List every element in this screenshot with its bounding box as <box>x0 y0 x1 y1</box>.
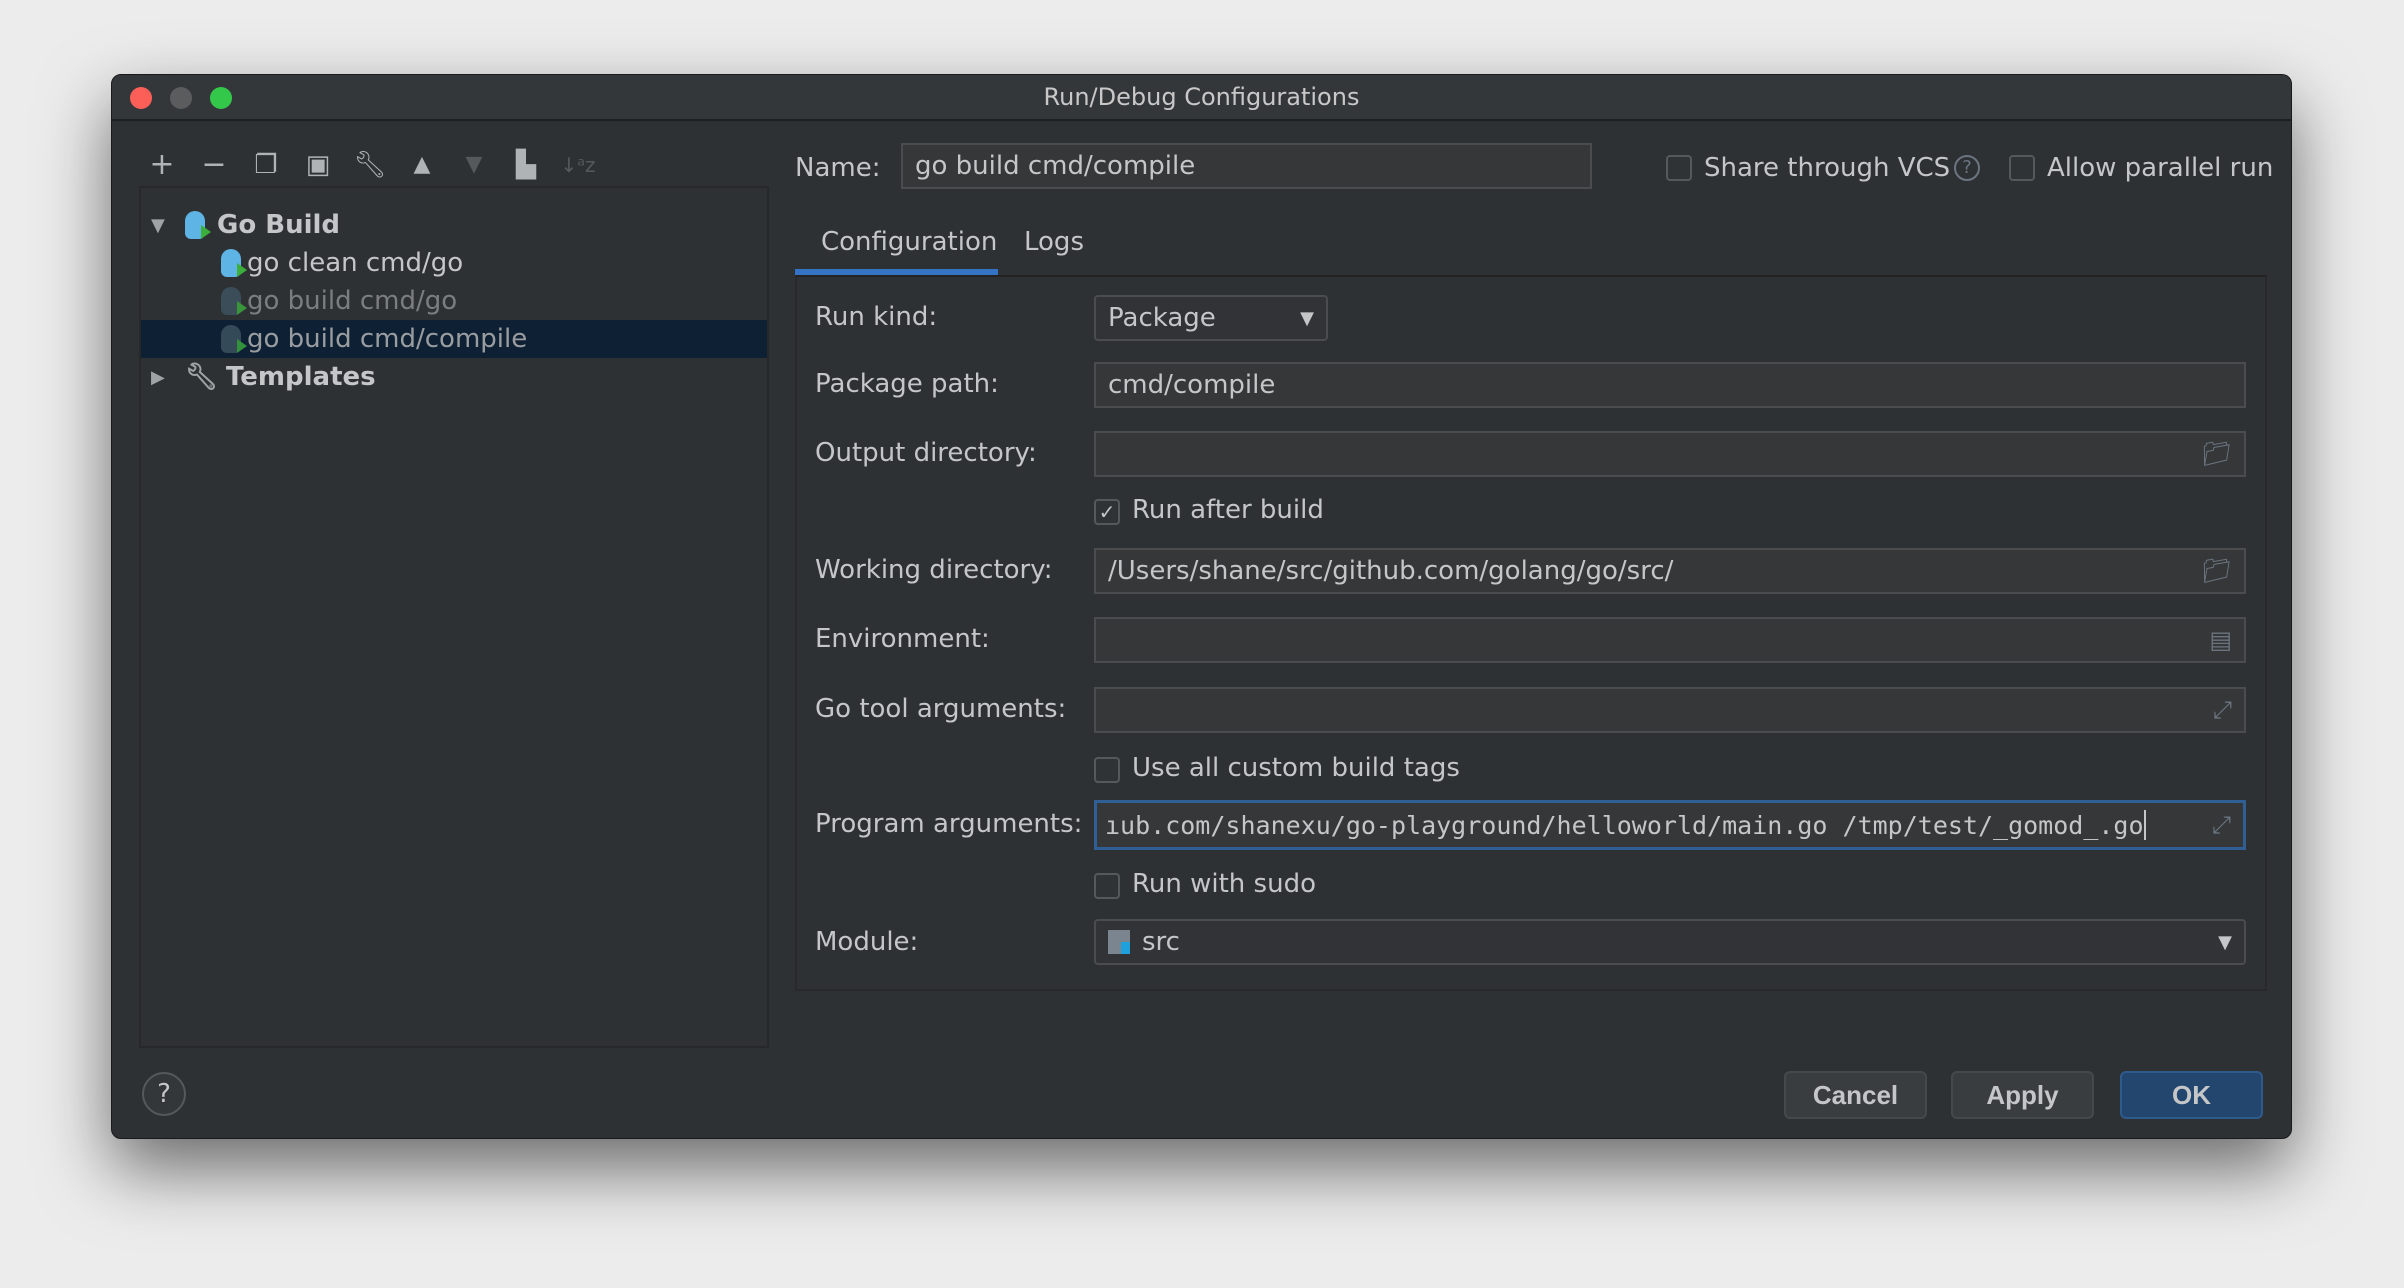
tree-group-go-build[interactable]: ▼ Go Build <box>141 206 767 244</box>
tree-item[interactable]: go build cmd/go <box>141 282 767 320</box>
cancel-button[interactable]: Cancel <box>1784 1071 1927 1119</box>
package-path-label: Package path: <box>815 369 999 399</box>
allow-parallel-checkbox[interactable] <box>2009 155 2035 181</box>
move-up-icon[interactable]: ▲ <box>402 145 442 185</box>
run-after-build-label: Run after build <box>1132 495 1324 525</box>
configuration-tree: ▼ Go Build go clean cmd/go go build cmd/… <box>139 186 769 1048</box>
wrench-icon[interactable]: 🔧︎ <box>350 145 390 185</box>
collapsed-arrow-icon[interactable]: ▶ <box>151 367 185 388</box>
save-icon[interactable]: ▣ <box>298 145 338 185</box>
module-label: Module: <box>815 927 919 957</box>
name-label: Name: <box>795 153 881 183</box>
go-tool-arguments-input[interactable]: ⤢ <box>1094 687 2246 733</box>
wrench-icon: 🔧︎ <box>185 362 219 392</box>
expanded-arrow-icon[interactable]: ▼ <box>151 215 185 236</box>
tree-item-selected[interactable]: go build cmd/compile <box>141 320 767 358</box>
ok-button[interactable]: OK <box>2120 1071 2263 1119</box>
text-cursor <box>2143 810 2146 840</box>
window-title: Run/Debug Configurations <box>1043 83 1360 111</box>
tab-configuration[interactable]: Configuration <box>821 227 997 257</box>
program-arguments-input[interactable]: ıub.com/shanexu/go-playground/helloworld… <box>1094 800 2246 850</box>
close-window-button[interactable] <box>130 87 152 109</box>
package-path-input[interactable]: cmd/compile <box>1094 362 2246 408</box>
go-tool-arguments-label: Go tool arguments: <box>815 694 1067 724</box>
environment-input[interactable]: ▤ <box>1094 617 2246 663</box>
move-down-icon: ▼ <box>465 152 483 177</box>
share-vcs-checkbox[interactable] <box>1666 155 1692 181</box>
add-icon[interactable]: + <box>142 145 182 185</box>
copy-icon[interactable]: ❐ <box>246 145 286 185</box>
sort-icon: ↓ᵃz <box>560 153 596 177</box>
new-folder-icon[interactable]: ▙ <box>506 145 546 185</box>
configuration-panel: Run kind: Package ▼ Package path: cmd/co… <box>795 275 2267 991</box>
expand-icon[interactable]: ⤢ <box>2213 696 2232 724</box>
edit-list-icon[interactable]: ▤ <box>2209 626 2232 654</box>
tree-group-templates[interactable]: ▶ 🔧︎ Templates <box>141 358 767 396</box>
run-after-build-checkbox[interactable]: ✓ <box>1094 499 1120 525</box>
zoom-window-button[interactable] <box>210 87 232 109</box>
run-kind-dropdown[interactable]: Package ▼ <box>1094 295 1328 341</box>
gopher-icon <box>221 249 247 277</box>
environment-label: Environment: <box>815 624 990 654</box>
remove-icon[interactable]: − <box>194 145 234 185</box>
chevron-down-icon: ▼ <box>1300 307 1314 329</box>
module-folder-icon <box>1108 930 1130 954</box>
run-with-sudo-label: Run with sudo <box>1132 869 1316 899</box>
allow-parallel-label: Allow parallel run <box>2047 153 2274 183</box>
module-dropdown[interactable]: src ▼ <box>1094 919 2246 965</box>
working-directory-input[interactable]: /Users/shane/src/github.com/golang/go/sr… <box>1094 548 2246 594</box>
folder-icon[interactable]: 📁︎ <box>2202 557 2232 585</box>
program-arguments-label: Program arguments: <box>815 809 1083 839</box>
chevron-down-icon: ▼ <box>2218 931 2232 953</box>
expand-icon[interactable]: ⤢ <box>2212 811 2231 839</box>
tab-logs[interactable]: Logs <box>1024 227 1084 257</box>
help-icon[interactable]: ? <box>1954 155 1980 181</box>
tree-item[interactable]: go clean cmd/go <box>141 244 767 282</box>
custom-build-tags-label: Use all custom build tags <box>1132 753 1460 783</box>
gopher-icon <box>221 325 247 353</box>
run-kind-label: Run kind: <box>815 302 938 332</box>
title-bar: Run/Debug Configurations <box>112 75 2291 121</box>
folder-icon[interactable]: 📁︎ <box>2202 440 2232 468</box>
output-directory-label: Output directory: <box>815 438 1037 468</box>
help-button[interactable]: ? <box>142 1072 186 1116</box>
name-input[interactable]: go build cmd/compile <box>901 143 1592 189</box>
minimize-window-button[interactable] <box>170 87 192 109</box>
apply-button[interactable]: Apply <box>1951 1071 2094 1119</box>
run-with-sudo-checkbox[interactable] <box>1094 873 1120 899</box>
share-vcs-label: Share through VCS <box>1704 153 1951 183</box>
run-debug-dialog: Run/Debug Configurations + − ❐ ▣ 🔧︎ ▲ ▼ … <box>111 74 2292 1139</box>
custom-build-tags-checkbox[interactable] <box>1094 757 1120 783</box>
working-directory-label: Working directory: <box>815 555 1053 585</box>
gopher-icon <box>221 287 247 315</box>
output-directory-input[interactable]: 📁︎ <box>1094 431 2246 477</box>
gopher-icon <box>185 211 211 239</box>
